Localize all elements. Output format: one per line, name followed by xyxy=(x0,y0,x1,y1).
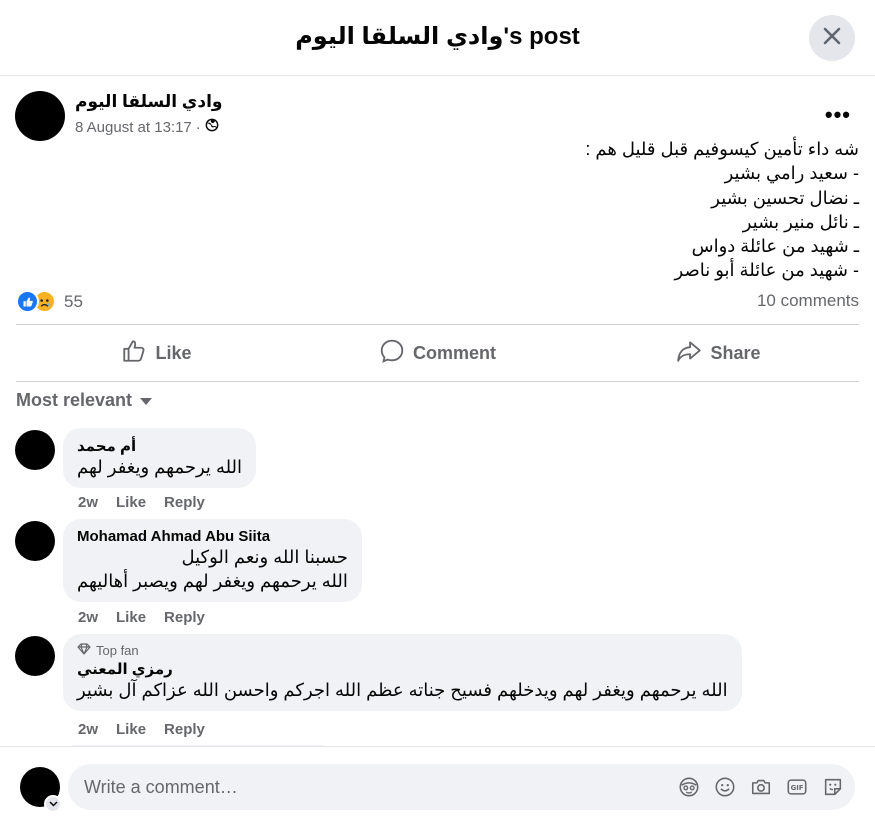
comment-bubble: Top fan رمزي المعني الله يرحمهم ويغفر له… xyxy=(63,634,742,711)
comment-bubble-icon xyxy=(379,338,405,369)
post-line: ـ نضال تحسين بشير xyxy=(711,187,859,208)
globe-icon xyxy=(205,118,219,136)
comment-actions: 2w Like Reply xyxy=(78,721,205,738)
sticker-icon[interactable] xyxy=(821,775,845,799)
comment-time[interactable]: 2w xyxy=(78,721,98,738)
comment-bubble: Mohamad Ahmad Abu Siita حسبنا الله ونعم … xyxy=(63,519,362,602)
comment-bubble: أم محمد الله يرحمهم ويغفر لهم xyxy=(63,428,257,488)
comment-time[interactable]: 2w xyxy=(78,494,98,511)
close-icon xyxy=(822,26,842,51)
top-fan-label: Top fan xyxy=(96,643,139,658)
close-button[interactable] xyxy=(809,15,855,61)
post-dialog: وادي السلقا اليوم's post وادي السلقا الي… xyxy=(0,0,875,832)
commenter-avatar[interactable] xyxy=(15,636,55,676)
comment-text: الله يرحمهم ويغفر لهم ويدخلهم فسيح جناته… xyxy=(77,680,728,700)
reactions-summary[interactable]: 55 xyxy=(16,290,83,313)
post-options-button[interactable]: ••• xyxy=(825,102,851,128)
post-line: ـ شهيد من عائلة دواس xyxy=(691,236,859,257)
post-line: - سعيد رامي بشير xyxy=(724,163,859,184)
post-meta: 8 August at 13:17 · xyxy=(75,118,219,136)
comment-actions: 2w Like Reply xyxy=(78,494,205,511)
commenter-name[interactable]: أم محمد xyxy=(77,437,242,455)
comment-text: حسبنا الله ونعم الوكيل xyxy=(181,547,348,567)
caret-down-icon xyxy=(140,390,153,411)
comment-text: الله يرحمهم ويغفر لهم ويصبر أهاليهم xyxy=(77,571,348,591)
comment-composer: GIF xyxy=(0,746,875,832)
commenter-avatar[interactable] xyxy=(15,521,55,561)
post-actions-bar: Like Comment Share xyxy=(16,324,859,382)
comment-like-button[interactable]: Like xyxy=(116,494,146,511)
post-line: - شهيد من عائلة أبو ناصر xyxy=(674,260,859,281)
like-button-label: Like xyxy=(155,342,192,363)
top-fan-badge: Top fan xyxy=(77,643,728,658)
gif-icon[interactable]: GIF xyxy=(785,775,809,799)
comment-like-button[interactable]: Like xyxy=(116,721,146,738)
like-button[interactable]: Like xyxy=(16,325,297,381)
dialog-title: وادي السلقا اليوم's post xyxy=(295,23,580,50)
composer-tools: GIF xyxy=(677,775,845,799)
post-author-avatar[interactable] xyxy=(15,91,65,141)
post-timestamp[interactable]: 8 August at 13:17 xyxy=(75,119,192,136)
comment-time[interactable]: 2w xyxy=(78,609,98,626)
comment-reply-button[interactable]: Reply xyxy=(164,721,205,738)
chevron-down-icon[interactable] xyxy=(44,795,62,813)
comment-count[interactable]: 10 comments xyxy=(757,291,859,311)
sort-label: Most relevant xyxy=(16,390,133,410)
emoji-icon[interactable] xyxy=(713,775,737,799)
dialog-header: وادي السلقا اليوم's post xyxy=(0,0,875,76)
comment-reply-button[interactable]: Reply xyxy=(164,609,205,626)
comment-like-button[interactable]: Like xyxy=(116,609,146,626)
comment-button-label: Comment xyxy=(412,342,496,363)
comment-reply-button[interactable]: Reply xyxy=(164,494,205,511)
commenter-name[interactable]: رمزي المعني xyxy=(77,660,728,678)
reaction-count: 55 xyxy=(64,291,83,311)
share-arrow-icon xyxy=(676,338,702,369)
comment-actions: 2w Like Reply xyxy=(78,609,205,626)
commenter-name[interactable]: Mohamad Ahmad Abu Siita xyxy=(77,528,348,545)
thumbs-up-icon xyxy=(121,338,147,369)
post-text: شه داء تأمين كيسوفيم قبل قليل هم : - سعي… xyxy=(159,137,859,283)
meta-separator: · xyxy=(195,118,201,136)
commenter-avatar[interactable] xyxy=(15,430,55,470)
camera-icon[interactable] xyxy=(749,775,773,799)
share-button-label: Share xyxy=(710,342,761,363)
like-reaction-icon xyxy=(16,290,39,313)
comment-text: الله يرحمهم ويغفر لهم xyxy=(77,457,243,477)
comment-sort-dropdown[interactable]: Most relevant xyxy=(16,390,153,411)
post-author-name[interactable]: وادي السلقا اليوم xyxy=(75,92,222,112)
post-line: ـ نائل منير بشير xyxy=(742,211,859,232)
diamond-icon xyxy=(77,643,91,658)
svg-text:GIF: GIF xyxy=(791,784,804,792)
post-line: شه داء تأمين كيسوفيم قبل قليل هم : xyxy=(585,139,859,159)
share-button[interactable]: Share xyxy=(578,325,859,381)
avatar-sticker-icon[interactable] xyxy=(677,775,701,799)
comment-button[interactable]: Comment xyxy=(297,325,578,381)
